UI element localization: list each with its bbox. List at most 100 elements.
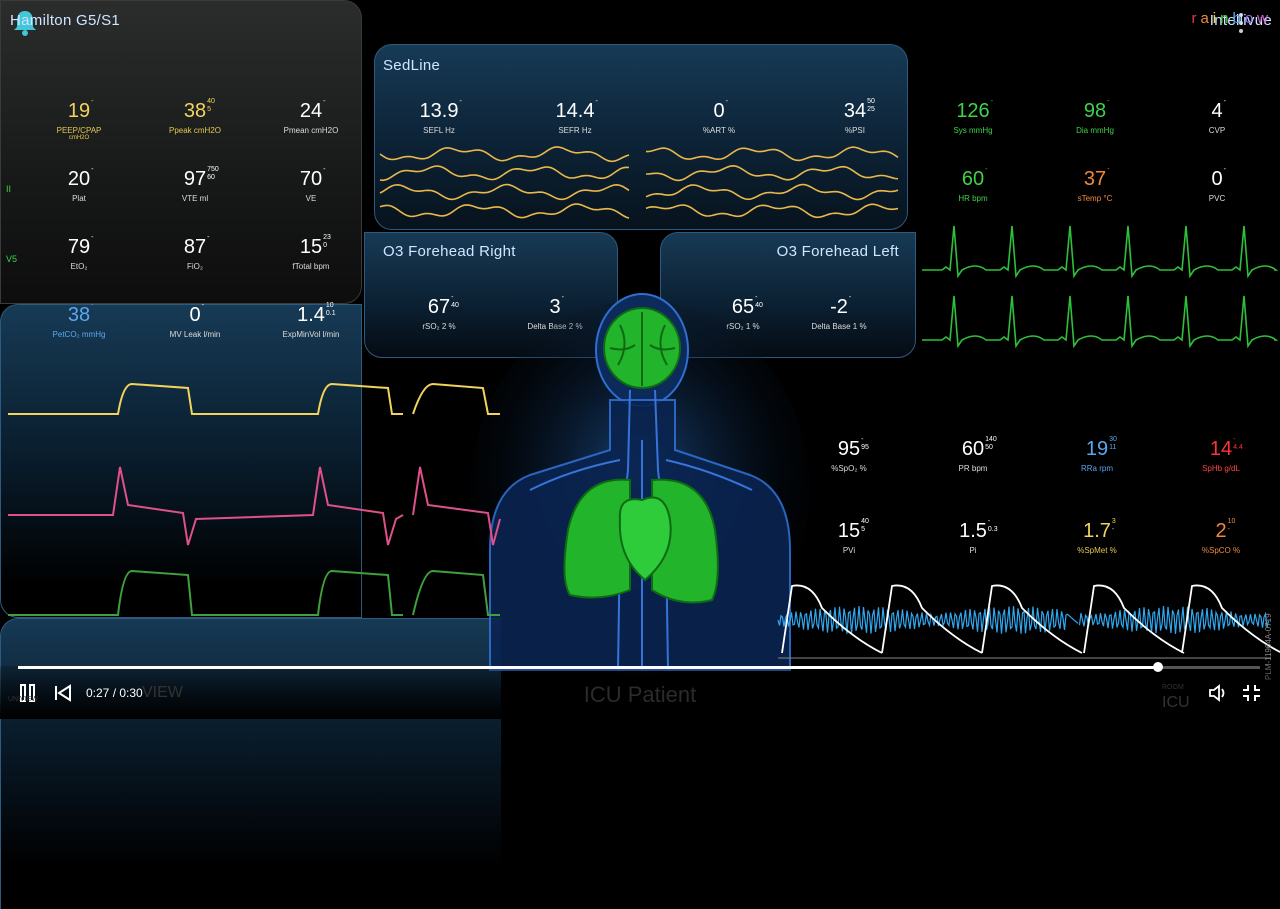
pleth-waveform [777, 584, 1280, 659]
body-anatomy-illustration [470, 293, 810, 680]
metric-label: HR bpm [958, 194, 988, 203]
hamilton-metric: 24- Pmean cmH2O [256, 98, 366, 135]
flow-wave [412, 466, 501, 546]
metric-value: 24- [299, 98, 326, 122]
caption-center: ICU Patient [583, 682, 697, 707]
video-progress-fill [18, 666, 1159, 669]
metric-limits: - [91, 98, 94, 105]
ecg-lead-v5-label: V5 [6, 254, 18, 264]
metric-label: PVi [842, 546, 856, 555]
metric-limits: 10 0.1 [325, 302, 336, 317]
metric-value: 20- [67, 166, 94, 190]
metric-value: 1.4 10 0.1 [297, 302, 336, 326]
rainbow-metric: 95-95 %SpO₂ % [794, 436, 904, 473]
metric-value: 13.9- [419, 98, 462, 122]
metric-value: -2- [830, 294, 852, 318]
metric-value: 38 40 5 [183, 98, 215, 122]
metric-limits: - [1107, 98, 1110, 105]
eeg-wave [379, 183, 630, 201]
rainbow-metric: 60 140 50 PR bpm [918, 436, 1028, 473]
metric-label: VE [305, 194, 317, 203]
metric-value: 19- [67, 98, 94, 122]
metric-label: SpHb g/dL [1202, 464, 1240, 473]
metric-limits: 750 60 [207, 166, 219, 181]
sedline-metric: 14.4- SEFR Hz [520, 98, 630, 135]
rainbow-title-letter: o [1244, 10, 1258, 27]
metric-value: 0- [713, 98, 728, 122]
metric-value: 70- [299, 166, 326, 190]
metric-limits: 40 5 [861, 518, 869, 533]
metric-limits: -40 [451, 294, 459, 309]
intellivue-metric: 98- Dia mmHg [1040, 98, 1150, 135]
metric-limits: 23 0 [323, 234, 331, 249]
metric-label: PEEP/CPAP [56, 126, 102, 135]
caption-right: ICU [1162, 694, 1190, 711]
brain-icon [603, 307, 681, 389]
metric-limits: - [1223, 166, 1226, 173]
metric-label: Pmean cmH2O [283, 126, 339, 135]
eeg-wave [645, 203, 899, 219]
hamilton-metric: 15 23 0 fTotal bpm [256, 234, 366, 271]
ecg-waveforms [922, 225, 1279, 349]
eeg-wave [645, 164, 899, 182]
metric-limits: - [323, 98, 326, 105]
metric-label: CVP [1208, 126, 1226, 135]
metric-limits: - [91, 166, 94, 173]
metric-limits: - [985, 166, 988, 173]
metric-value: 19 30 11 [1085, 436, 1117, 460]
metric-value: 34 50 25 [843, 98, 875, 122]
metric-limits: -95 [861, 436, 869, 451]
metric-value: 67-40 [427, 294, 459, 318]
video-progress-track[interactable] [18, 662, 1260, 672]
sedline-metric: 34 50 25 %PSI [800, 98, 910, 135]
metric-value: 14-4.4 [1209, 436, 1243, 460]
hamilton-metric: 97 750 60 VTE ml [140, 166, 250, 203]
metric-value: 60 140 50 [961, 436, 997, 460]
rainbow-metric: 1.7 3- %SpMet % [1042, 518, 1152, 555]
metric-limits: - [990, 98, 994, 105]
metric-value: 14.4- [555, 98, 598, 122]
metric-label: SEFL Hz [423, 126, 455, 135]
metric-label: Ppeak cmH2O [168, 126, 222, 135]
metric-limits: - [595, 98, 598, 105]
metric-limits: 50 25 [867, 98, 875, 113]
metric-limits: 30 11 [1109, 436, 1117, 451]
metric-value: 37- [1083, 166, 1110, 190]
metric-value: 0- [1211, 166, 1226, 190]
sedline-title: SedLine [383, 57, 441, 74]
o3-left-title: O3 Forehead Left [776, 243, 899, 260]
eeg-wave [379, 165, 630, 182]
hamilton-title: Hamilton G5/S1 [10, 12, 121, 29]
side-code: PLM-11964A-0719 [1262, 580, 1276, 680]
rainbow-metric: 2 10- %SpCO % [1166, 518, 1276, 555]
rainbow-metric: 14-4.4 SpHb g/dL [1166, 436, 1276, 473]
hamilton-metric: 19- PEEP/CPAP cmH2O [24, 98, 134, 141]
metric-limits: - [848, 294, 852, 301]
metric-label: MV Leak l/min [169, 330, 221, 339]
metric-label: %SpCO % [1201, 546, 1241, 555]
metric-value: 98- [1083, 98, 1110, 122]
metric-unit: cmH2O [68, 135, 90, 141]
flow-wave [8, 466, 404, 546]
metric-value: 79- [67, 234, 94, 258]
hamilton-metric: 0- MV Leak l/min [140, 302, 250, 339]
metric-limits: - [207, 234, 210, 241]
eeg-wave [379, 203, 630, 219]
metric-value: 15 23 0 [299, 234, 331, 258]
rainbow-title-letter: w [1257, 10, 1272, 27]
video-controls-bar: 0:27 / 0:30 VIEW UNIVIEW ICU Patient ROO… [0, 662, 1280, 719]
pressure-wave [8, 382, 403, 415]
intellivue-metric: 60- HR bpm [918, 166, 1028, 203]
metric-value: 126- [956, 98, 994, 122]
metric-limits: - [323, 166, 326, 173]
hamilton-metric: 38 40 5 Ppeak cmH2O [140, 98, 250, 135]
intellivue-metric: 0- PVC [1162, 166, 1272, 203]
rainbow-metric: 1.5-0.3 Pi [918, 518, 1028, 555]
video-progress-handle[interactable] [1153, 662, 1164, 672]
metric-label: Plat [72, 194, 86, 203]
metric-limits: - [91, 234, 94, 241]
metric-limits: -0.3 [987, 518, 998, 533]
metric-value: 1.7 3- [1083, 518, 1116, 542]
metric-limits: 3- [1111, 518, 1116, 533]
metric-value: 15 40 5 [837, 518, 869, 542]
